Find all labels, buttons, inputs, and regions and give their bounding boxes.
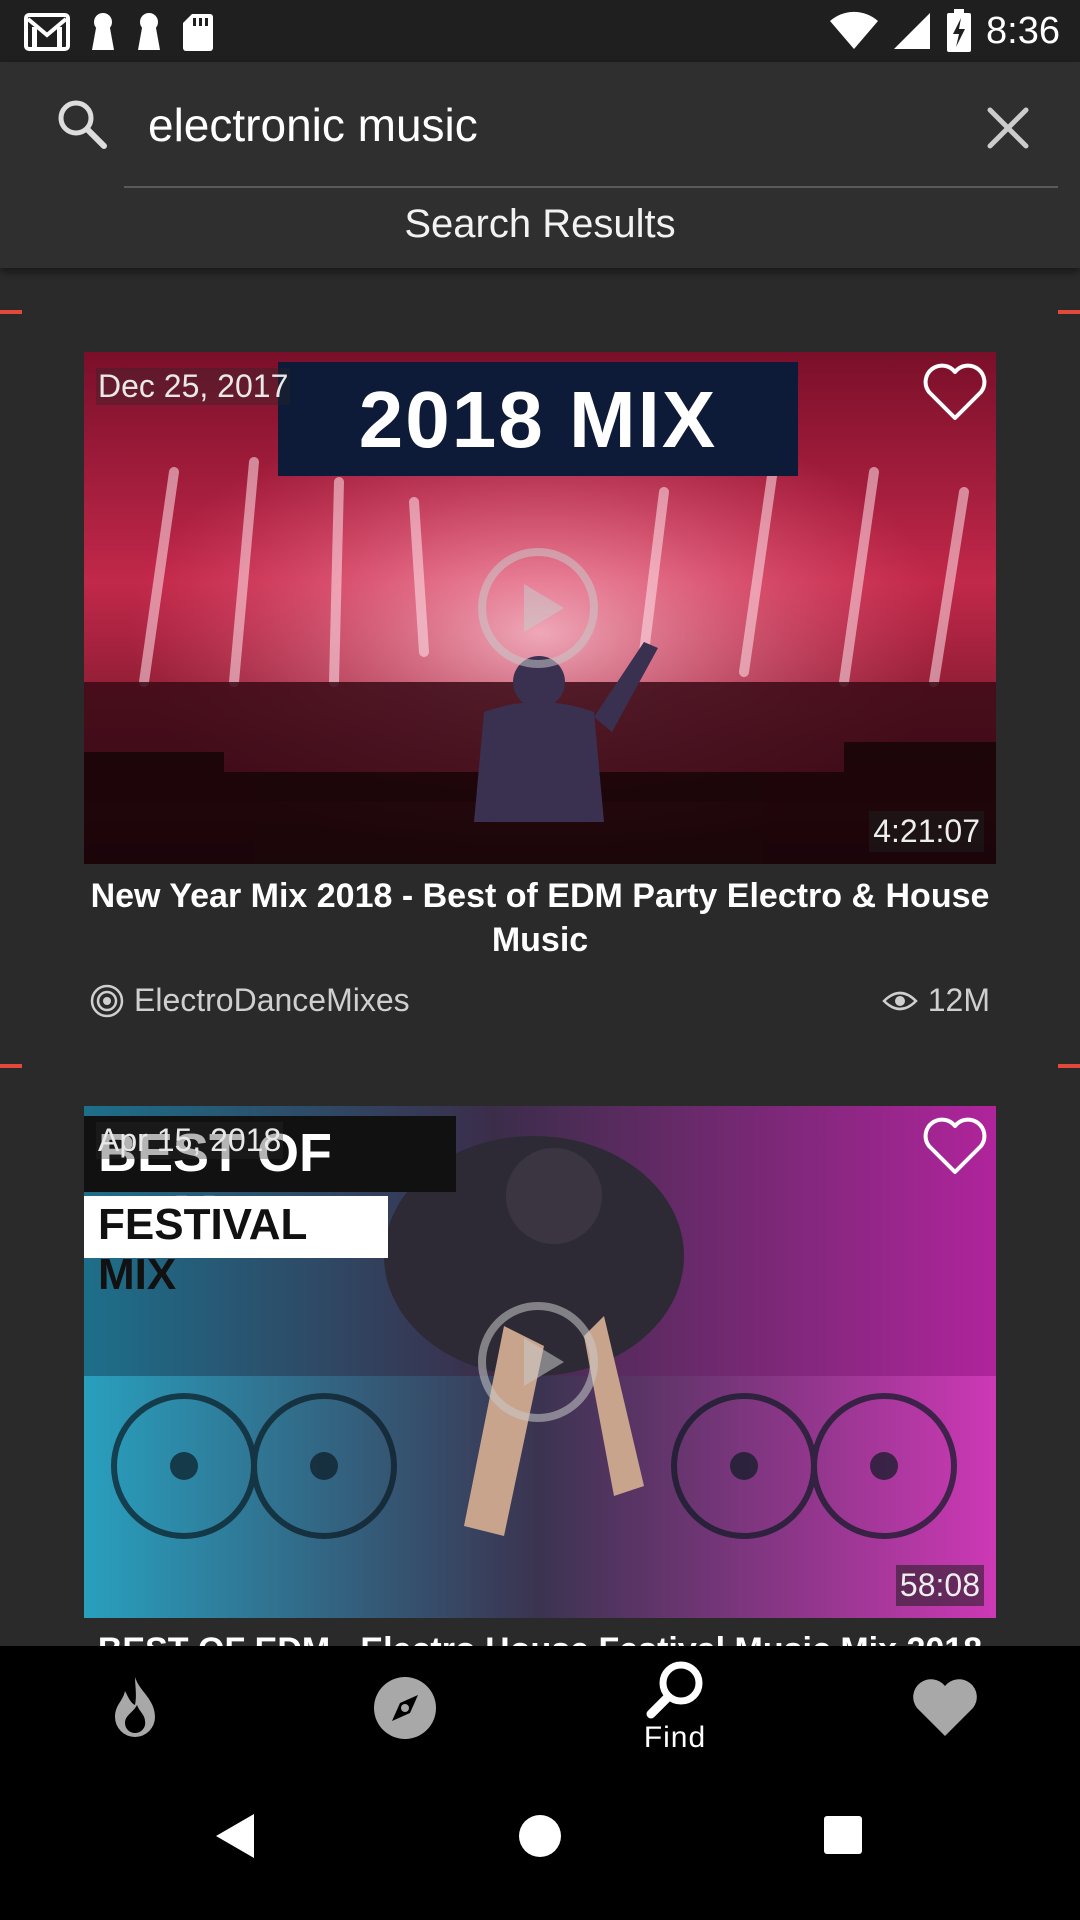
compass-icon <box>374 1677 436 1739</box>
play-icon <box>478 548 598 668</box>
status-bar: 8:36 <box>0 0 1080 62</box>
bottom-navigation: Find <box>0 1646 1080 1770</box>
favorite-button[interactable] <box>922 362 988 427</box>
search-header: Search Results <box>0 62 1080 268</box>
recents-icon <box>824 1816 862 1854</box>
sd-card-icon <box>182 12 214 52</box>
video-duration: 4:21:07 <box>869 811 984 852</box>
video-card[interactable]: 2018 MIX Dec 25, 2017 4:21:07 New Year M… <box>84 352 996 1018</box>
channel-name[interactable]: ElectroDanceMixes <box>134 982 410 1019</box>
video-card[interactable]: BEST OF EDM FESTIVAL MIX Apr 15, 2018 58… <box>84 1106 996 1646</box>
heart-outline-icon <box>923 363 987 420</box>
video-thumbnail[interactable]: BEST OF EDM FESTIVAL MIX Apr 15, 2018 58… <box>84 1106 996 1618</box>
nav-item-find[interactable]: Find <box>540 1646 810 1770</box>
nav-item-trending[interactable] <box>0 1646 270 1770</box>
home-icon <box>519 1815 561 1857</box>
fire-icon <box>115 1677 155 1737</box>
gmail-icon <box>24 13 70 51</box>
results-list[interactable]: 2018 MIX Dec 25, 2017 4:21:07 New Year M… <box>0 268 1080 1646</box>
search-icon <box>56 98 108 155</box>
nav-label-find: Find <box>643 1721 707 1754</box>
video-title[interactable]: New Year Mix 2018 - Best of EDM Party El… <box>84 874 996 962</box>
status-time: 8:36 <box>986 10 1060 52</box>
thumbnail-caption: 2018 MIX <box>358 375 718 464</box>
channel-icon <box>90 984 124 1017</box>
back-button[interactable] <box>212 1810 258 1867</box>
back-icon <box>216 1814 254 1858</box>
video-title[interactable]: BEST OF EDM - Electro House Festival Mus… <box>84 1628 996 1646</box>
nav-item-explore[interactable] <box>270 1646 540 1770</box>
keyhole-icon <box>90 12 116 52</box>
heart-outline-icon <box>923 1117 987 1174</box>
search-icon <box>646 1661 703 1719</box>
page-title: Search Results <box>404 202 676 246</box>
view-count: 12M <box>881 982 990 1019</box>
divider-mark-right <box>1058 1064 1080 1068</box>
channel-info[interactable]: ElectroDanceMixes <box>90 982 410 1019</box>
divider-mark-right <box>1058 310 1080 314</box>
system-navigation <box>0 1770 1080 1920</box>
video-duration: 58:08 <box>895 1565 984 1606</box>
play-button[interactable] <box>476 1300 600 1424</box>
wifi-icon <box>830 11 879 51</box>
favorite-button[interactable] <box>922 1116 988 1181</box>
recents-button[interactable] <box>822 1810 864 1867</box>
signal-icon <box>892 11 932 51</box>
play-button[interactable] <box>476 546 600 670</box>
search-input[interactable] <box>146 92 950 158</box>
heart-icon <box>913 1679 977 1736</box>
home-button[interactable] <box>518 1810 562 1867</box>
keyhole-icon <box>136 12 162 52</box>
views-count: 12M <box>927 982 990 1018</box>
divider-mark-left <box>0 1064 22 1068</box>
nav-item-favorites[interactable] <box>810 1646 1080 1770</box>
search-underline <box>124 186 1058 188</box>
thumbnail-caption-2: FESTIVAL MIX <box>98 1200 307 1299</box>
clear-search-button[interactable] <box>980 100 1036 156</box>
battery-charging-icon <box>946 9 972 53</box>
video-thumbnail[interactable]: 2018 MIX Dec 25, 2017 4:21:07 <box>84 352 996 864</box>
play-icon <box>478 1302 598 1422</box>
close-icon <box>987 107 1029 149</box>
video-date: Dec 25, 2017 <box>96 368 291 405</box>
divider-mark-left <box>0 310 22 314</box>
video-date: Apr 15, 2018 <box>96 1122 284 1159</box>
eye-icon <box>881 991 918 1010</box>
